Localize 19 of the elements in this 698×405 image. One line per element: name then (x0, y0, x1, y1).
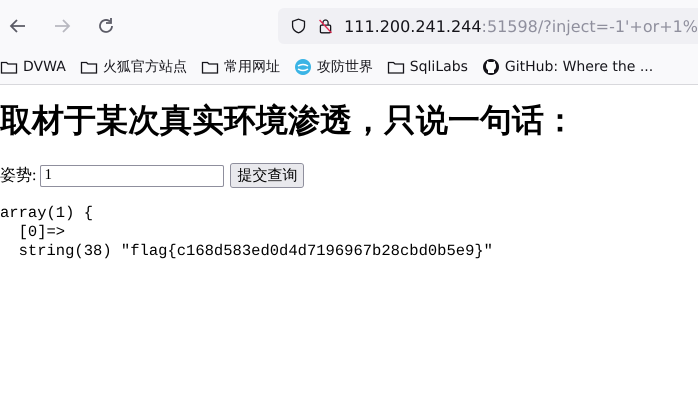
url-text: 111.200.241.244:51598/?inject=-1'+or+1% (344, 16, 698, 36)
output-line: string(38) "flag{c168d583ed0d4d7196967b28cbd0b5e9}" (18, 242, 494, 261)
address-bar[interactable]: 111.200.241.244:51598/?inject=-1'+or+1% (278, 8, 698, 44)
reload-icon (96, 16, 116, 36)
input-field[interactable]: 1 (40, 164, 224, 186)
bookmark[interactable]: 常用网址 (200, 58, 280, 76)
bookmark[interactable]: 攻防世界 (294, 58, 373, 76)
bookmark[interactable]: DVWA (0, 58, 66, 76)
bookmark[interactable]: GitHub: Where the ... (482, 58, 654, 76)
shield-icon (290, 16, 308, 36)
submit-button[interactable]: 提交查询 (230, 163, 304, 188)
output-line: [0]=> (18, 223, 66, 242)
bookmark[interactable]: 火狐官方站点 (80, 58, 187, 76)
globe-logo-icon (294, 58, 312, 76)
cat-logo-icon (482, 58, 500, 76)
bookmark[interactable]: SqliLabs (386, 58, 468, 76)
page-heading: 取材于某次真实环境渗透，只说一句话： (0, 100, 577, 141)
output-line: array(1) { (0, 204, 94, 223)
field-label: 姿势: (0, 166, 36, 186)
